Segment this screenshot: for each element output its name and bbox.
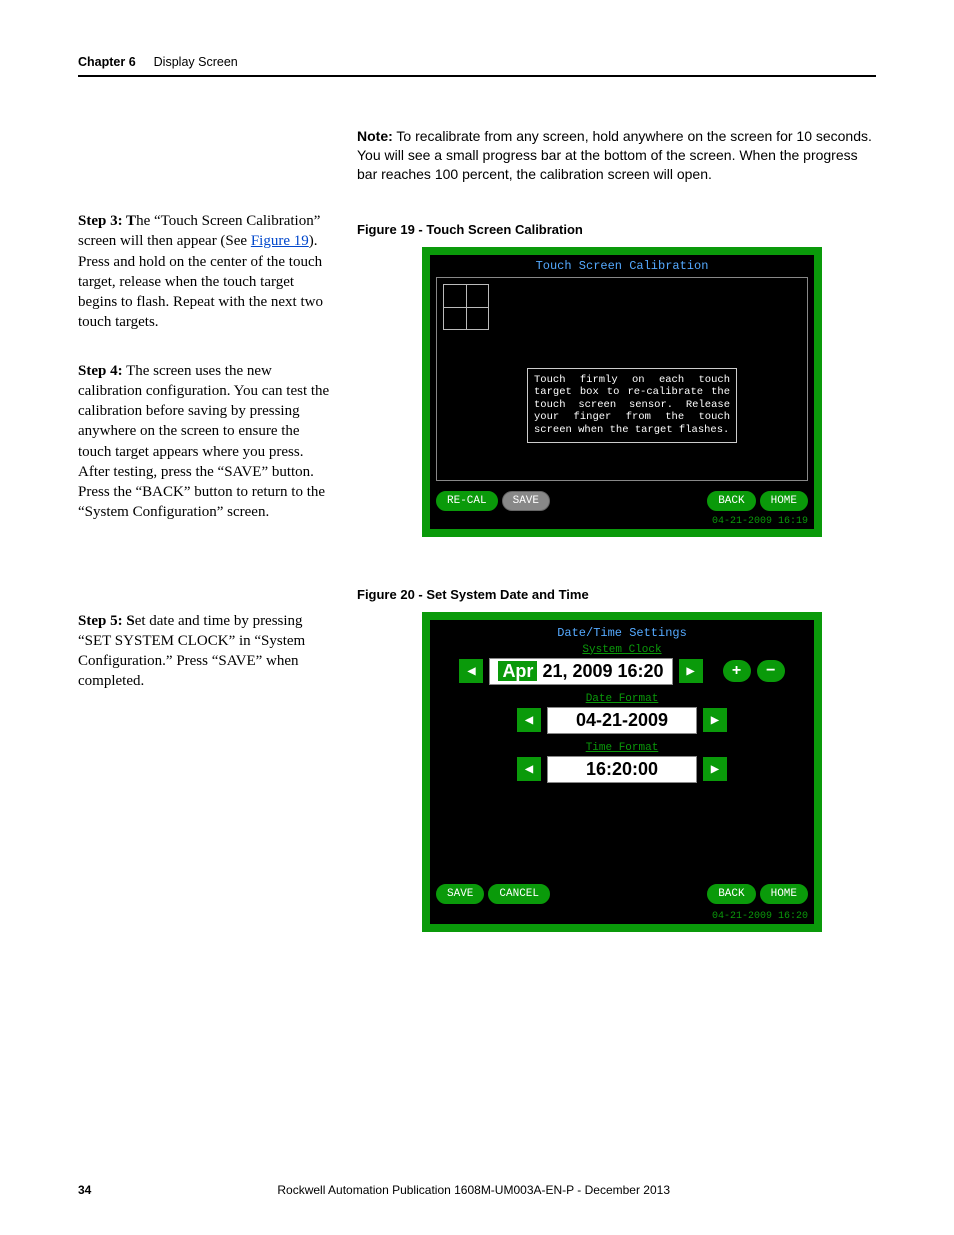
- screen-title: Touch Screen Calibration: [430, 255, 814, 275]
- figure-19-caption: Figure 19 - Touch Screen Calibration: [357, 222, 876, 237]
- clock-next-button[interactable]: ▶: [679, 659, 703, 683]
- save-button[interactable]: SAVE: [436, 884, 484, 904]
- figure-19-screen: Touch Screen Calibration Touch firmly on…: [422, 247, 822, 537]
- cancel-button[interactable]: CANCEL: [488, 884, 550, 904]
- calibration-message: Touch firmly on each touch target box to…: [527, 368, 737, 443]
- figure-20-screen: Date/Time Settings System Clock ◀ Apr 21…: [422, 612, 822, 932]
- screen-title: Date/Time Settings: [430, 620, 814, 642]
- back-button[interactable]: BACK: [707, 884, 755, 904]
- page-number: 34: [78, 1183, 91, 1197]
- date-prev-button[interactable]: ◀: [517, 708, 541, 732]
- clock-prev-button[interactable]: ◀: [459, 659, 483, 683]
- minus-button[interactable]: −: [757, 660, 785, 682]
- touch-target-icon: [443, 284, 489, 330]
- plus-button[interactable]: +: [723, 660, 751, 682]
- step-4: Step 4: The screen uses the new calibrat…: [78, 361, 333, 523]
- screen-timestamp: 04-21-2009 16:20: [712, 911, 808, 922]
- time-prev-button[interactable]: ◀: [517, 757, 541, 781]
- time-format-label: Time Format: [430, 742, 814, 754]
- chapter-label: Chapter 6: [78, 55, 136, 69]
- date-next-button[interactable]: ▶: [703, 708, 727, 732]
- section-title: Display Screen: [154, 55, 238, 69]
- home-button[interactable]: HOME: [760, 491, 808, 511]
- clock-value: Apr 21, 2009 16:20: [489, 658, 672, 685]
- time-format-value: 16:20:00: [547, 756, 697, 783]
- date-format-value: 04-21-2009: [547, 707, 697, 734]
- back-button[interactable]: BACK: [707, 491, 755, 511]
- step-5: Step 5: Set date and time by pressing “S…: [78, 611, 333, 692]
- header-rule: [78, 75, 876, 77]
- screen-timestamp: 04-21-2009 16:19: [712, 516, 808, 527]
- system-clock-label: System Clock: [430, 644, 814, 656]
- home-button[interactable]: HOME: [760, 884, 808, 904]
- recal-button[interactable]: RE-CAL: [436, 491, 498, 511]
- figure-19-link[interactable]: Figure 19: [251, 233, 309, 249]
- step-3: Step 3: The “Touch Screen Calibration” s…: [78, 211, 333, 333]
- date-format-label: Date Format: [430, 693, 814, 705]
- time-next-button[interactable]: ▶: [703, 757, 727, 781]
- save-button[interactable]: SAVE: [502, 491, 550, 511]
- note-paragraph: Note: To recalibrate from any screen, ho…: [357, 127, 876, 184]
- figure-20-caption: Figure 20 - Set System Date and Time: [357, 587, 876, 602]
- publication-info: Rockwell Automation Publication 1608M-UM…: [91, 1183, 856, 1197]
